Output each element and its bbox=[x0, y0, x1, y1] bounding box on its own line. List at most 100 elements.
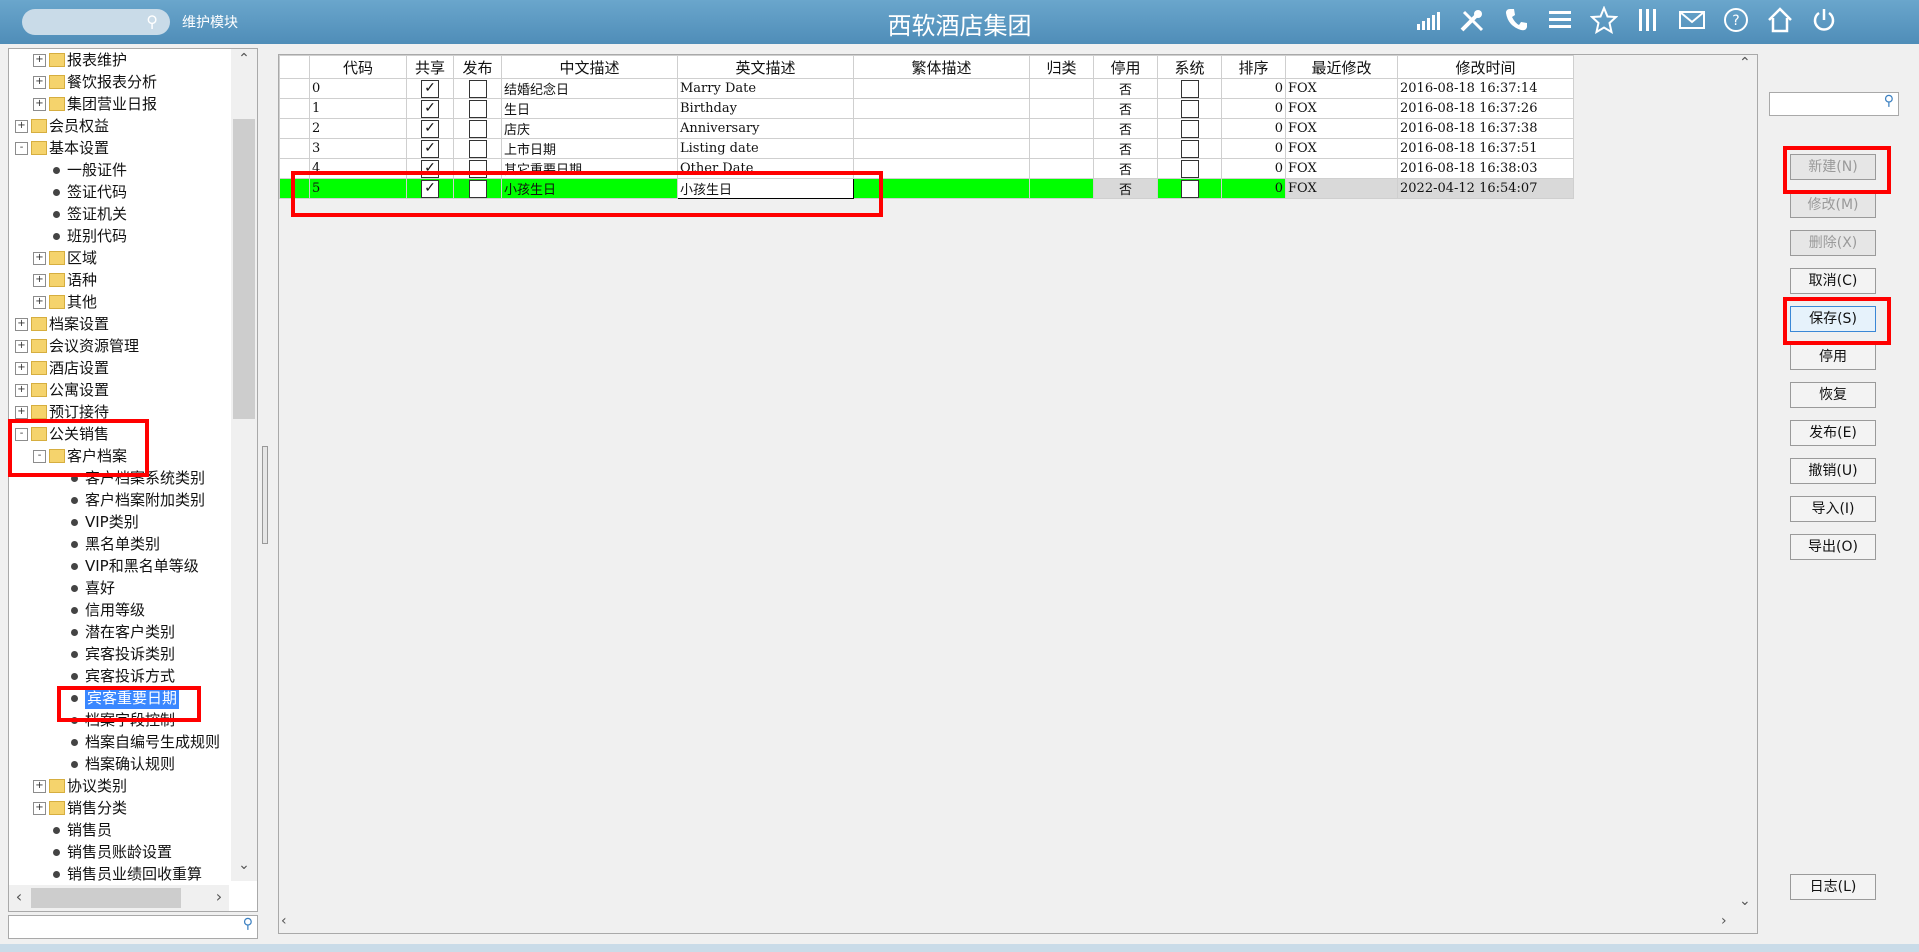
checked-checkbox[interactable]: ✓ bbox=[421, 159, 439, 178]
search-icon[interactable]: ⚲ bbox=[1884, 93, 1894, 109]
category-cell[interactable] bbox=[1029, 178, 1094, 199]
row-indicator[interactable] bbox=[279, 158, 310, 179]
unchecked-checkbox[interactable] bbox=[1180, 99, 1199, 118]
expand-icon[interactable]: + bbox=[15, 318, 28, 331]
tree-horizontal-scrollbar[interactable]: ‹ › bbox=[9, 885, 229, 911]
modified-by-cell[interactable]: FOX bbox=[1285, 118, 1398, 139]
publish-checkbox[interactable] bbox=[453, 98, 502, 119]
tree-vertical-scrollbar[interactable]: ⌃ ⌄ bbox=[231, 49, 257, 881]
publish-checkbox[interactable] bbox=[453, 138, 502, 159]
tree-item-label[interactable]: 协议类别 bbox=[67, 775, 127, 797]
code-cell[interactable]: 5 bbox=[309, 178, 407, 199]
scroll-left-icon[interactable]: ‹ bbox=[9, 887, 29, 906]
disabled-cell[interactable]: 否 bbox=[1093, 98, 1158, 119]
category-cell[interactable] bbox=[1029, 158, 1094, 179]
system-checkbox[interactable] bbox=[1157, 138, 1222, 159]
tree-item-label[interactable]: 会议资源管理 bbox=[49, 335, 139, 357]
tree-item-label[interactable]: 餐饮报表分析 bbox=[67, 71, 157, 93]
collapse-icon[interactable]: - bbox=[15, 142, 28, 155]
navigation-tree[interactable]: + 报表维护 + 餐饮报表分析 + 集团营业日报 + 会员权益 - 基本设置 一般证件 签证代码 签证机… bbox=[9, 49, 229, 881]
table-row[interactable]: 5 ✓ 小孩生日 小孩生日 否 0 FOX 2022-04-12 16:54:07 bbox=[279, 178, 1574, 199]
tree-item-label[interactable]: 客户档案 bbox=[67, 445, 127, 467]
disabled-cell[interactable]: 否 bbox=[1093, 158, 1158, 179]
share-checkbox[interactable]: ✓ bbox=[406, 118, 454, 139]
tools-icon[interactable] bbox=[1457, 6, 1487, 36]
publish-checkbox[interactable] bbox=[453, 178, 502, 199]
system-checkbox[interactable] bbox=[1157, 78, 1222, 99]
tree-item-label[interactable]: 客户档案附加类别 bbox=[85, 489, 205, 511]
traditional-description-cell[interactable] bbox=[853, 118, 1030, 139]
category-cell[interactable] bbox=[1029, 118, 1094, 139]
publish-checkbox[interactable] bbox=[453, 118, 502, 139]
publish-checkbox[interactable] bbox=[453, 158, 502, 179]
expand-icon[interactable]: + bbox=[33, 54, 46, 67]
disabled-cell[interactable]: 否 bbox=[1093, 118, 1158, 139]
chinese-description-cell[interactable]: 其它重要日期 bbox=[501, 158, 678, 179]
scroll-up-icon[interactable]: ⌃ bbox=[231, 51, 257, 71]
scroll-thumb[interactable] bbox=[31, 888, 181, 908]
tree-search-input[interactable]: ⚲ bbox=[8, 915, 258, 939]
scroll-up-icon[interactable]: ⌃ bbox=[1739, 55, 1751, 71]
disable-button[interactable]: 停用 bbox=[1790, 344, 1876, 370]
traditional-description-cell[interactable] bbox=[853, 78, 1030, 99]
expand-icon[interactable]: + bbox=[33, 252, 46, 265]
menu-icon[interactable] bbox=[1545, 6, 1575, 36]
share-checkbox[interactable]: ✓ bbox=[406, 98, 454, 119]
grid-vertical-scrollbar[interactable]: ⌃ ⌄ bbox=[1737, 55, 1757, 913]
columns-icon[interactable] bbox=[1633, 6, 1663, 36]
column-header[interactable]: 繁体描述 bbox=[853, 55, 1030, 79]
expand-icon[interactable]: + bbox=[33, 802, 46, 815]
chinese-description-cell[interactable]: 上市日期 bbox=[501, 138, 678, 159]
delete-button[interactable]: 删除(X) bbox=[1790, 230, 1876, 256]
signal-icon[interactable] bbox=[1413, 6, 1443, 36]
traditional-description-cell[interactable] bbox=[853, 158, 1030, 179]
disabled-cell[interactable]: 否 bbox=[1093, 138, 1158, 159]
column-header[interactable]: 最近修改 bbox=[1285, 55, 1398, 79]
mail-icon[interactable] bbox=[1677, 6, 1707, 36]
column-header[interactable]: 中文描述 bbox=[501, 55, 678, 79]
sort-cell[interactable]: 0 bbox=[1221, 178, 1286, 199]
expand-icon[interactable]: + bbox=[15, 362, 28, 375]
code-cell[interactable]: 2 bbox=[309, 118, 407, 139]
scroll-right-icon[interactable]: › bbox=[209, 887, 229, 906]
sort-cell[interactable]: 0 bbox=[1221, 118, 1286, 139]
modified-time-cell[interactable]: 2016-08-18 16:37:51 bbox=[1397, 138, 1574, 159]
grid-horizontal-scrollbar[interactable]: ‹ › bbox=[279, 913, 1737, 933]
phone-icon[interactable] bbox=[1501, 6, 1531, 36]
expand-icon[interactable]: + bbox=[15, 340, 28, 353]
expand-icon[interactable]: + bbox=[33, 274, 46, 287]
tree-item-label[interactable]: 宾客投诉类别 bbox=[85, 643, 175, 665]
tree-item-label[interactable]: VIP类别 bbox=[85, 511, 139, 533]
home-icon[interactable] bbox=[1765, 6, 1795, 36]
sort-cell[interactable]: 0 bbox=[1221, 78, 1286, 99]
sort-cell[interactable]: 0 bbox=[1221, 158, 1286, 179]
row-indicator[interactable] bbox=[279, 178, 310, 199]
unchecked-checkbox[interactable] bbox=[1180, 159, 1199, 178]
tree-item-label[interactable]: 一般证件 bbox=[67, 159, 127, 181]
system-checkbox[interactable] bbox=[1157, 158, 1222, 179]
table-row[interactable]: 0 ✓ 结婚纪念日 Marry Date 否 0 FOX 2016-08-18 16:37:1… bbox=[279, 78, 1574, 99]
chinese-description-cell[interactable]: 生日 bbox=[501, 98, 678, 119]
tree-item-label[interactable]: 销售员 bbox=[67, 819, 112, 841]
tree-item-label[interactable]: 档案字段控制 bbox=[85, 709, 175, 731]
tree-item-label[interactable]: 集团营业日报 bbox=[67, 93, 157, 115]
row-indicator[interactable] bbox=[279, 98, 310, 119]
row-indicator[interactable] bbox=[279, 78, 310, 99]
tree-item-label[interactable]: 公寓设置 bbox=[49, 379, 109, 401]
tree-item-label[interactable]: 潜在客户类别 bbox=[85, 621, 175, 643]
system-checkbox[interactable] bbox=[1157, 98, 1222, 119]
tree-item-label[interactable]: VIP和黑名单等级 bbox=[85, 555, 199, 577]
revoke-button[interactable]: 撤销(U) bbox=[1790, 458, 1876, 484]
table-row[interactable]: 1 ✓ 生日 Birthday 否 0 FOX 2016-08-18 16:37:26 bbox=[279, 98, 1574, 119]
tree-item-label[interactable]: 销售员账龄设置 bbox=[67, 841, 172, 863]
panel-splitter[interactable] bbox=[262, 446, 268, 544]
expand-icon[interactable]: + bbox=[33, 98, 46, 111]
table-row[interactable]: 2 ✓ 店庆 Anniversary 否 0 FOX 2016-08-18 16:37:38 bbox=[279, 118, 1574, 139]
scroll-down-icon[interactable]: ⌄ bbox=[231, 857, 257, 877]
import-button[interactable]: 导入(I) bbox=[1790, 496, 1876, 522]
system-checkbox[interactable] bbox=[1157, 118, 1222, 139]
sort-cell[interactable]: 0 bbox=[1221, 138, 1286, 159]
modified-by-cell[interactable]: FOX bbox=[1285, 158, 1398, 179]
tree-item-label[interactable]: 信用等级 bbox=[85, 599, 145, 621]
publish-checkbox[interactable] bbox=[453, 78, 502, 99]
